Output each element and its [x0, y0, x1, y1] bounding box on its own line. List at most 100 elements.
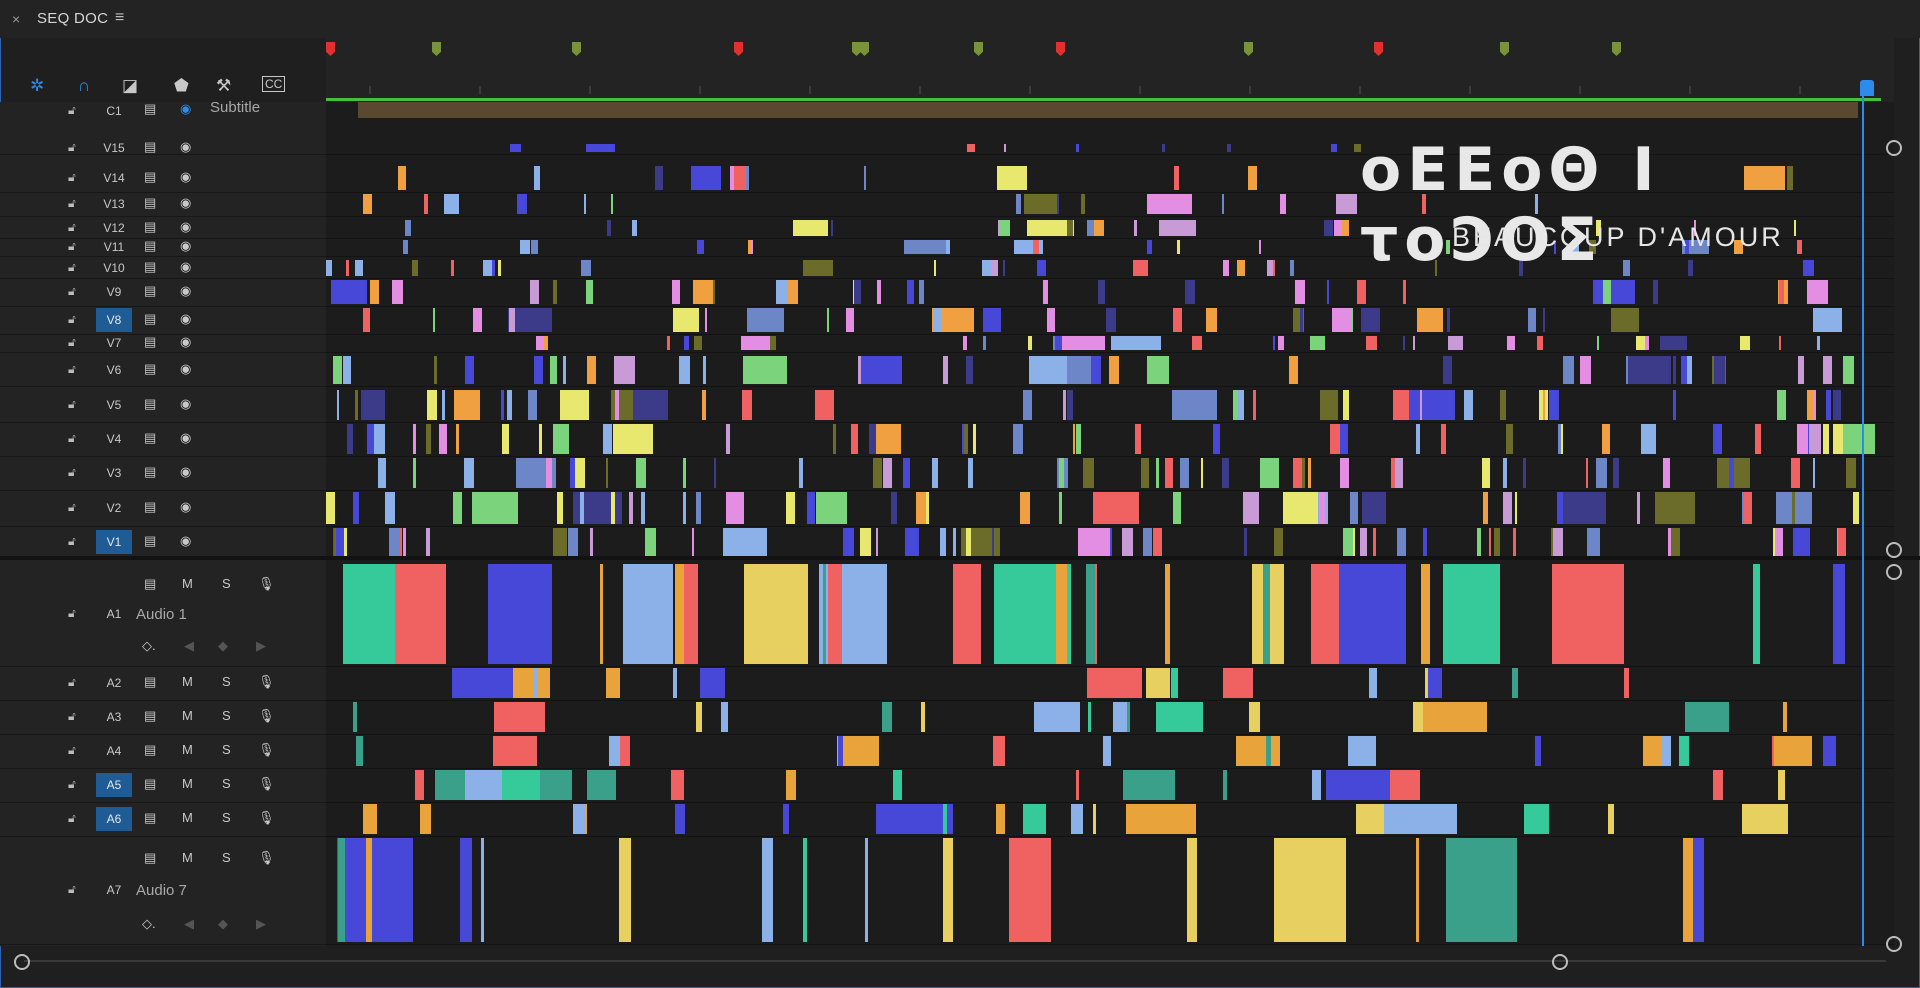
- lock-icon[interactable]: 🔓︎: [68, 103, 76, 118]
- video-clip[interactable]: [1192, 336, 1202, 350]
- video-clip[interactable]: [1111, 336, 1161, 350]
- video-clip[interactable]: [1324, 220, 1333, 236]
- audio-clip[interactable]: [837, 736, 879, 766]
- video-clip[interactable]: [1587, 528, 1600, 556]
- video-clip[interactable]: [1655, 492, 1695, 524]
- video-clip[interactable]: [1201, 458, 1203, 488]
- solo-button[interactable]: S: [222, 810, 231, 825]
- video-clip[interactable]: [1141, 458, 1149, 488]
- mute-button[interactable]: M: [182, 810, 193, 825]
- video-clip[interactable]: [1096, 492, 1114, 524]
- video-clip[interactable]: [509, 308, 515, 332]
- next-keyframe-icon[interactable]: ▶: [256, 916, 266, 932]
- video-clip[interactable]: [1663, 458, 1670, 488]
- audio-clip[interactable]: [494, 702, 545, 732]
- add-keyframe-icon[interactable]: ◆: [218, 916, 228, 932]
- video-clip[interactable]: [501, 390, 504, 420]
- video-clip[interactable]: [1503, 458, 1507, 488]
- video-clip[interactable]: [1779, 336, 1781, 350]
- video-clip[interactable]: [1580, 356, 1591, 384]
- video-clip[interactable]: [550, 356, 557, 384]
- video-clip[interactable]: [347, 424, 353, 454]
- track-name[interactable]: A5: [96, 773, 132, 797]
- video-clip[interactable]: [553, 424, 569, 454]
- audio-clip[interactable]: [1009, 838, 1051, 942]
- toggle-sync-icon[interactable]: ▤: [144, 464, 156, 480]
- audio-clip[interactable]: [921, 702, 925, 732]
- video-clip[interactable]: [1033, 240, 1039, 254]
- video-clip[interactable]: [1513, 528, 1516, 556]
- video-clip[interactable]: [1443, 356, 1452, 384]
- audio-clip[interactable]: [1778, 770, 1785, 800]
- video-clip[interactable]: [1106, 308, 1116, 332]
- video-clip[interactable]: [1106, 528, 1108, 556]
- video-clip[interactable]: [560, 390, 589, 420]
- video-clip[interactable]: [426, 424, 431, 454]
- video-clip[interactable]: [679, 356, 690, 384]
- toggle-sync-icon[interactable]: ▤: [144, 334, 156, 350]
- video-clip[interactable]: [1094, 220, 1104, 236]
- video-clip[interactable]: [983, 336, 986, 350]
- audio-clip[interactable]: [671, 770, 684, 800]
- toggle-sync-icon[interactable]: ▤: [144, 238, 156, 254]
- video-clip[interactable]: [1464, 390, 1473, 420]
- lock-icon[interactable]: 🔓︎: [68, 260, 76, 275]
- video-clip[interactable]: [1177, 240, 1180, 254]
- audio-clip[interactable]: [1113, 702, 1127, 732]
- video-clip[interactable]: [1267, 260, 1273, 276]
- audio-clip[interactable]: [1223, 770, 1227, 800]
- video-clip[interactable]: [1081, 194, 1085, 214]
- video-clip[interactable]: [1274, 528, 1283, 556]
- audio-clip[interactable]: [1608, 804, 1614, 834]
- video-clip[interactable]: [1817, 336, 1820, 350]
- audio-clip[interactable]: [533, 668, 537, 698]
- video-clip[interactable]: [454, 390, 480, 420]
- audio-clip[interactable]: [363, 804, 377, 834]
- video-clip[interactable]: [748, 240, 751, 254]
- video-clip[interactable]: [1024, 194, 1059, 214]
- video-clip[interactable]: [1417, 308, 1443, 332]
- video-clip[interactable]: [1482, 458, 1490, 488]
- video-clip[interactable]: [534, 356, 543, 384]
- video-clip[interactable]: [1362, 492, 1386, 524]
- video-clip[interactable]: [747, 308, 784, 332]
- video-clip[interactable]: [1308, 458, 1311, 488]
- video-clip[interactable]: [1343, 390, 1349, 420]
- video-clip[interactable]: [405, 220, 411, 236]
- track-name[interactable]: V4: [96, 427, 132, 451]
- audio-clip[interactable]: [1443, 564, 1500, 664]
- audio-clip[interactable]: [1146, 668, 1170, 698]
- video-clip[interactable]: [439, 424, 447, 454]
- audio-clip[interactable]: [786, 770, 796, 800]
- eye-icon[interactable]: ◉: [180, 311, 191, 327]
- prev-keyframe-icon[interactable]: ◀: [184, 916, 194, 932]
- video-clip[interactable]: [940, 528, 946, 556]
- lock-icon[interactable]: 🔓︎: [68, 239, 76, 254]
- video-clip[interactable]: [1357, 280, 1366, 304]
- audio-clip[interactable]: [337, 838, 413, 942]
- video-clip[interactable]: [1447, 308, 1450, 332]
- solo-button[interactable]: S: [222, 674, 231, 689]
- video-clip[interactable]: [536, 336, 544, 350]
- audio-clip[interactable]: [953, 564, 981, 664]
- audio-clip[interactable]: [1165, 564, 1170, 664]
- captions-icon[interactable]: CC: [262, 76, 286, 92]
- lock-icon[interactable]: 🔓︎: [68, 220, 76, 235]
- eye-icon[interactable]: ◉: [180, 259, 191, 275]
- video-clip[interactable]: [803, 260, 833, 276]
- track-name[interactable]: V14: [96, 166, 132, 190]
- video-clip[interactable]: [1397, 528, 1406, 556]
- video-clip[interactable]: [968, 458, 973, 488]
- video-track-lane[interactable]: [326, 456, 1894, 491]
- audio-clip[interactable]: [606, 668, 620, 698]
- video-clip[interactable]: [1037, 260, 1046, 276]
- lock-icon[interactable]: 🔓︎: [68, 284, 76, 299]
- video-clip[interactable]: [1813, 458, 1815, 488]
- marker-red-icon[interactable]: [734, 42, 743, 56]
- video-clip[interactable]: [741, 336, 770, 350]
- lock-icon[interactable]: 🔓︎: [68, 606, 76, 621]
- toggle-sync-icon[interactable]: ▤: [144, 810, 156, 826]
- video-clip[interactable]: [1043, 280, 1048, 304]
- time-ruler[interactable]: [326, 38, 1894, 102]
- video-clip[interactable]: [1222, 194, 1224, 214]
